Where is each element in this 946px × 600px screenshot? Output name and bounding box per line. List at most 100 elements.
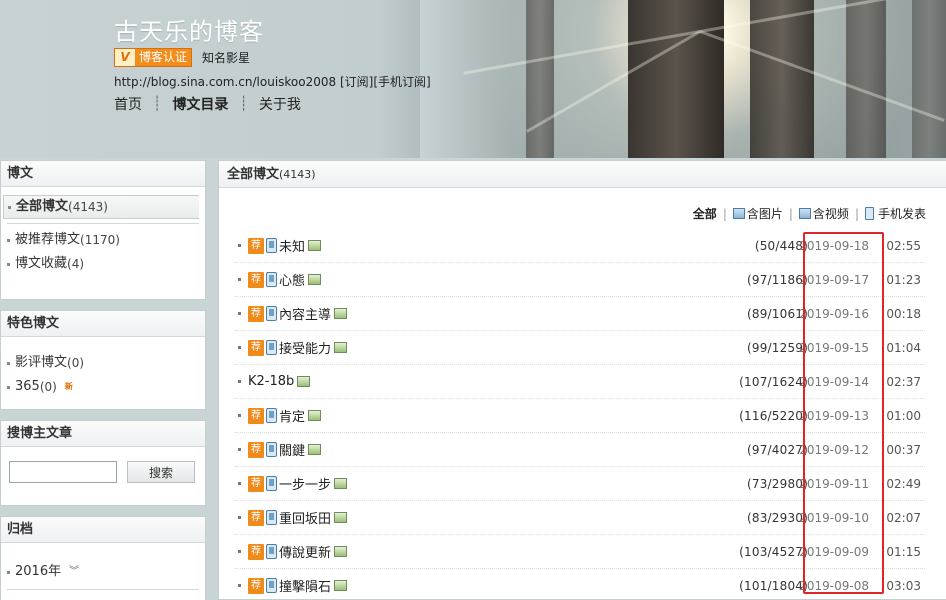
blog-nav: 首页 ┊ 博文目录 ┊ 关于我: [114, 94, 301, 114]
verification-description: 知名影星: [202, 51, 251, 65]
post-time: 02:37: [886, 374, 921, 389]
post-date: 2019-09-13: [799, 408, 869, 423]
post-title-link[interactable]: 肯定: [279, 406, 305, 425]
recommended-badge: 荐: [248, 271, 264, 288]
image-icon: [297, 376, 311, 387]
post-row: 荐撞擊隕石 (101/1804) 2019-09-08 03:03: [235, 569, 925, 600]
phone-icon: [266, 340, 277, 355]
image-icon: [334, 580, 348, 591]
post-title-link[interactable]: 心態: [279, 270, 305, 289]
recommended-badge: 荐: [248, 441, 264, 458]
post-list: 荐未知 (50/448) 2019-09-18 02:55 荐心態 (97/1186) 20…: [235, 229, 925, 600]
new-badge-icon: 新: [64, 382, 73, 391]
posts-box: 博文 全部博文 (4143) 被推荐博文 (1170) 博文收藏 (4): [0, 160, 206, 300]
recommended-badge: 荐: [248, 577, 264, 594]
recommended-badge: 荐: [248, 407, 264, 424]
phone-icon: [266, 272, 277, 287]
post-title-link[interactable]: 撞擊隕石: [279, 576, 331, 595]
image-icon: [334, 308, 348, 319]
post-time: 02:55: [886, 238, 921, 253]
blog-url[interactable]: http://blog.sina.com.cn/louiskoo2008 [订阅…: [114, 73, 431, 90]
post-row: 荐未知 (50/448) 2019-09-18 02:55: [235, 229, 925, 263]
recommended-badge: 荐: [248, 339, 264, 356]
post-time: 02:49: [886, 476, 921, 491]
image-icon: [334, 546, 348, 557]
sidebar-item-movie-reviews[interactable]: 影评博文 (0): [1, 351, 205, 375]
archive-year-item[interactable]: 2016年 ︾: [1, 559, 205, 585]
search-box: 搜博主文章 搜索: [0, 420, 206, 506]
post-row: 荐肯定 (116/5220) 2019-09-13 01:00: [235, 399, 925, 433]
search-box-title: 搜博主文章: [1, 421, 205, 447]
post-date: 2019-09-10: [799, 510, 869, 525]
sidebar-item-favorites[interactable]: 博文收藏 (4): [1, 252, 205, 276]
filter-all[interactable]: 全部: [693, 205, 717, 222]
phone-icon: [266, 578, 277, 593]
post-row: 荐關鍵 (97/4027) 2019-09-12 00:37: [235, 433, 925, 467]
recommended-badge: 荐: [248, 543, 264, 560]
search-input[interactable]: [9, 461, 117, 483]
image-icon: [334, 478, 348, 489]
post-title-link[interactable]: K2-18b: [248, 374, 294, 389]
phone-icon: [266, 442, 277, 457]
post-title-link[interactable]: 重回坂田: [279, 508, 331, 527]
recommended-badge: 荐: [248, 305, 264, 322]
post-time: 03:03: [886, 578, 921, 593]
phone-icon: [266, 510, 277, 525]
blog-verified-badge[interactable]: V 博客认证: [114, 48, 193, 67]
header-banner-image: [420, 0, 946, 158]
sidebar: 博文 全部博文 (4143) 被推荐博文 (1170) 博文收藏 (4) 特色博…: [0, 160, 206, 600]
post-date: 2019-09-16: [799, 306, 869, 321]
video-icon: [798, 208, 811, 219]
post-title-link[interactable]: 一步一步: [279, 474, 331, 493]
post-time: 02:07: [886, 510, 921, 525]
post-title-link[interactable]: 未知: [279, 236, 305, 255]
nav-post-directory[interactable]: 博文目录: [172, 94, 228, 114]
image-icon: [334, 512, 348, 523]
posts-box-title: 博文: [1, 161, 205, 187]
phone-icon: [266, 238, 277, 253]
blog-title[interactable]: 古天乐的博客: [114, 12, 264, 47]
image-icon: [732, 208, 745, 219]
image-icon: [308, 274, 322, 285]
filter-mobile-posts[interactable]: 手机发表: [878, 205, 926, 222]
image-icon: [308, 444, 322, 455]
sidebar-item-all-posts[interactable]: 全部博文 (4143): [3, 195, 199, 219]
post-row: 荐心態 (97/1186) 2019-09-17 01:23: [235, 263, 925, 297]
post-date: 2019-09-08: [799, 578, 869, 593]
search-button[interactable]: 搜索: [127, 461, 195, 483]
sidebar-item-recommended[interactable]: 被推荐博文 (1170): [1, 228, 205, 252]
post-stats: (103/4527): [739, 544, 808, 559]
phone-icon: [266, 544, 277, 559]
image-icon: [308, 410, 322, 421]
sidebar-item-365[interactable]: 365 (0) 新: [1, 375, 205, 399]
archive-box: 归档 2016年 ︾: [0, 516, 206, 600]
post-stats: (107/1624): [739, 374, 808, 389]
post-row: 荐內容主導 (89/1061) 2019-09-16 00:18: [235, 297, 925, 331]
phone-icon: [266, 408, 277, 423]
recommended-badge: 荐: [248, 475, 264, 492]
nav-about-me[interactable]: 关于我: [259, 94, 301, 114]
post-time: 01:00: [886, 408, 921, 423]
post-date: 2019-09-15: [799, 340, 869, 355]
post-time: 01:04: [886, 340, 921, 355]
verified-v-icon: V: [115, 49, 135, 66]
filter-with-video[interactable]: 含视频: [813, 205, 849, 222]
chevron-down-icon[interactable]: ︾: [69, 559, 79, 585]
nav-home[interactable]: 首页: [114, 94, 142, 114]
post-title-link[interactable]: 接受能力: [279, 338, 331, 357]
post-title-link[interactable]: 傳說更新: [279, 542, 331, 561]
post-title-link[interactable]: 關鍵: [279, 440, 305, 459]
filter-with-images[interactable]: 含图片: [747, 205, 783, 222]
post-title-link[interactable]: 內容主導: [279, 304, 331, 323]
post-row: K2-18b (107/1624) 2019-09-14 02:37: [235, 365, 925, 399]
post-filters: 全部 | 含图片 | 含视频 | 手机发表: [692, 205, 926, 222]
blog-header: 古天乐的博客 V 博客认证 知名影星 http://blog.sina.com.…: [0, 0, 946, 158]
phone-icon: [266, 476, 277, 491]
post-time: 00:37: [886, 442, 921, 457]
featured-box: 特色博文 影评博文 (0) 365 (0) 新: [0, 310, 206, 410]
image-icon: [308, 240, 322, 251]
recommended-badge: 荐: [248, 237, 264, 254]
archive-box-title: 归档: [1, 517, 205, 543]
post-list-title: 全部博文(4143): [219, 161, 946, 188]
phone-icon: [864, 207, 874, 220]
